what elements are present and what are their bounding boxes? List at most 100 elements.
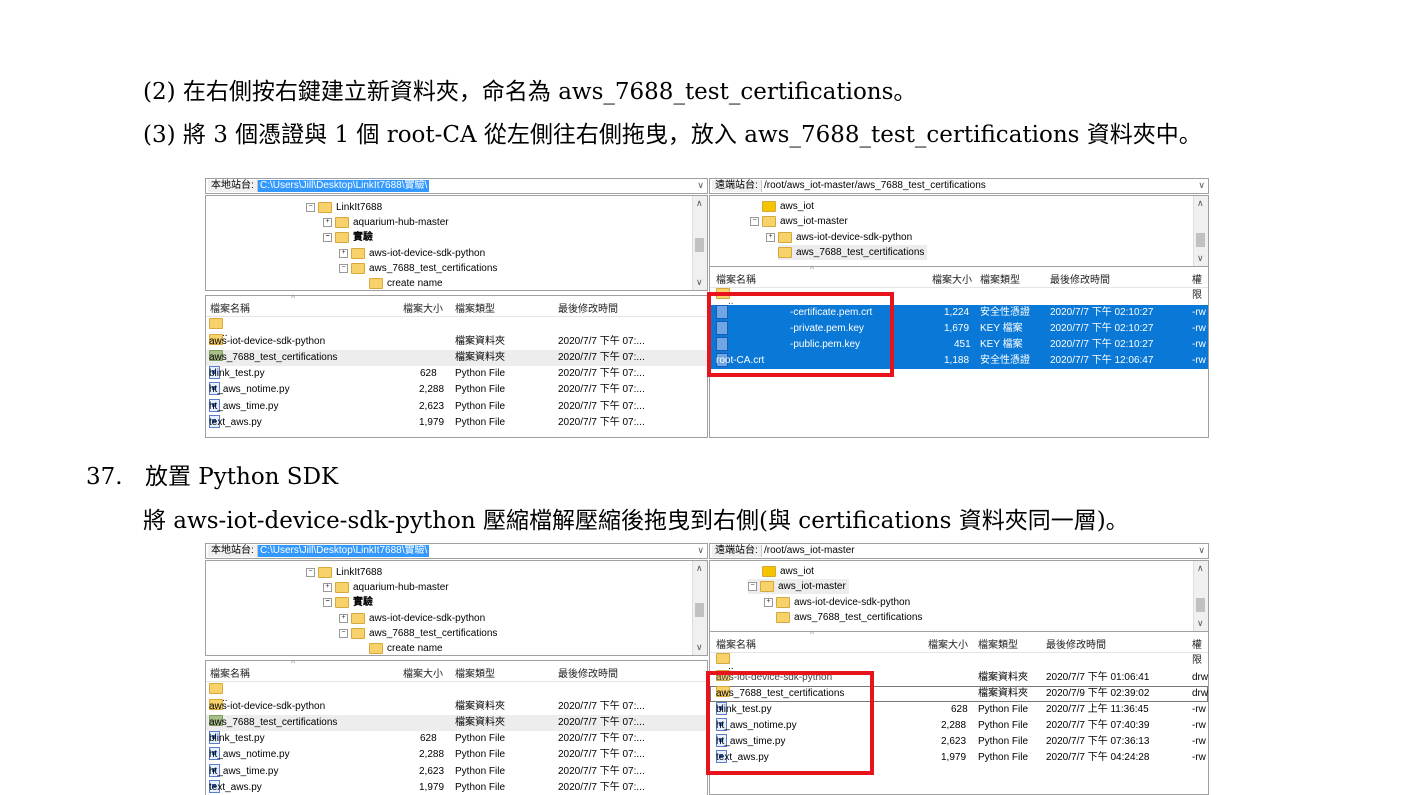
tree-node[interactable]: + aws-iot-device-sdk-python xyxy=(766,230,912,245)
col-size[interactable]: 檔案大小 xyxy=(403,665,443,680)
scroll-down-icon[interactable]: ∨ xyxy=(1197,618,1204,629)
local-path-bar[interactable]: 本地站台: C:\Users\Jill\Desktop\LinkIt7688\實… xyxy=(205,543,708,559)
table-row[interactable]: aws-iot-device-sdk-python 檔案資料夾 2020/7/7 下… xyxy=(206,699,707,715)
scroll-thumb[interactable] xyxy=(695,238,704,252)
col-type[interactable]: 檔案類型 xyxy=(455,300,495,315)
scroll-up-icon[interactable]: ∧ xyxy=(696,198,703,209)
table-row[interactable]: text_aws.py 1,979 Python File 2020/7/7 下午 0… xyxy=(206,415,707,431)
col-type[interactable]: 檔案類型 xyxy=(978,636,1018,651)
remote-path-bar[interactable]: 遠端站台: /root/aws_iot-master ∨ xyxy=(709,543,1209,559)
tree-node[interactable]: − aws_iot-master xyxy=(750,214,848,229)
tree-node[interactable]: + aws-iot-device-sdk-python xyxy=(339,246,485,261)
chevron-down-icon[interactable]: ∨ xyxy=(697,180,704,191)
local-path-value[interactable]: C:\Users\Jill\Desktop\LinkIt7688\實驗\ xyxy=(258,180,430,192)
table-row[interactable]: text_aws.py 1,979 Python File 2020/7/7 下午 0… xyxy=(206,780,707,795)
tree-node[interactable]: + aws-iot-device-sdk-python xyxy=(764,595,910,610)
expand-icon[interactable]: + xyxy=(339,248,348,258)
scroll-down-icon[interactable]: ∨ xyxy=(1197,253,1204,264)
col-size[interactable]: 檔案大小 xyxy=(403,300,443,315)
col-size[interactable]: 檔案大小 xyxy=(932,271,972,286)
remote-path-bar[interactable]: 遠端站台: /root/aws_iot-master/aws_7688_test… xyxy=(709,178,1209,194)
chevron-down-icon[interactable]: ∨ xyxy=(1198,545,1205,556)
tree-node[interactable]: + aws-iot-device-sdk-python xyxy=(339,611,485,626)
table-row[interactable]: ht_aws_notime.py 2,288 Python File 2020/7/7… xyxy=(206,382,707,398)
highlight-box xyxy=(706,671,874,775)
table-row[interactable]: aws-iot-device-sdk-python 檔案資料夾 2020/7/7 下… xyxy=(206,334,707,350)
remote-path-label: 遠端站台: xyxy=(712,180,762,192)
tree-node[interactable]: − 實驗 xyxy=(323,230,373,245)
col-modified[interactable]: 最後修改時間 xyxy=(1046,636,1106,651)
scroll-thumb[interactable] xyxy=(1196,233,1205,247)
tree-node[interactable]: − LinkIt7688 xyxy=(306,565,382,580)
local-path-bar[interactable]: 本地站台: C:\Users\Jill\Desktop\LinkIt7688\實… xyxy=(205,178,708,194)
col-name[interactable]: 檔案名稱 xyxy=(210,300,250,315)
tree-node[interactable]: create name xyxy=(369,276,443,291)
folder-icon xyxy=(335,231,349,243)
tree-node[interactable]: − LinkIt7688 xyxy=(306,200,382,215)
remote-path-value[interactable]: /root/aws_iot-master xyxy=(762,545,857,557)
collapse-icon[interactable]: − xyxy=(323,597,332,607)
sort-caret-icon: ^ xyxy=(810,629,815,639)
tree-scrollbar[interactable]: ∧ ∨ xyxy=(692,196,707,290)
collapse-icon[interactable]: − xyxy=(339,263,348,273)
tree-node[interactable]: − 實驗 xyxy=(323,595,373,610)
col-name[interactable]: 檔案名稱 xyxy=(716,636,756,651)
scroll-thumb[interactable] xyxy=(695,603,704,617)
collapse-icon[interactable]: − xyxy=(750,216,759,226)
tree-node[interactable]: aws_7688_test_certifications xyxy=(776,610,922,625)
chevron-down-icon[interactable]: ∨ xyxy=(1198,180,1205,191)
remote-path-value[interactable]: /root/aws_iot-master/aws_7688_test_certi… xyxy=(762,180,988,192)
scroll-down-icon[interactable]: ∨ xyxy=(696,277,703,288)
tree-node[interactable]: + aquarium-hub-master xyxy=(323,580,449,595)
scroll-thumb[interactable] xyxy=(1196,598,1205,612)
collapse-icon[interactable]: − xyxy=(323,232,332,242)
table-row[interactable]: aws_7688_test_certifications 檔案資料夾 2020/7/… xyxy=(206,715,707,731)
table-row[interactable]: aws_7688_test_certifications 檔案資料夾 2020/7/… xyxy=(206,350,707,366)
tree-node[interactable]: + aquarium-hub-master xyxy=(323,215,449,230)
col-name[interactable]: 檔案名稱 xyxy=(210,665,250,680)
collapse-icon[interactable]: − xyxy=(339,628,348,638)
table-row[interactable]: ht_aws_notime.py 2,288 Python File 2020/7/7… xyxy=(206,747,707,763)
expand-icon[interactable]: + xyxy=(766,232,775,242)
col-size[interactable]: 檔案大小 xyxy=(928,636,968,651)
scroll-down-icon[interactable]: ∨ xyxy=(696,642,703,653)
table-row[interactable]: blink_test.py 628 Python File 2020/7/7 下午 0… xyxy=(206,366,707,382)
expand-icon[interactable]: + xyxy=(323,217,332,227)
local-path-value[interactable]: C:\Users\Jill\Desktop\LinkIt7688\實驗\ xyxy=(258,545,430,557)
tree-node[interactable]: create name xyxy=(369,641,443,656)
tree-node[interactable]: − aws_7688_test_certifications xyxy=(339,261,497,276)
tree-node[interactable]: aws_7688_test_certifications xyxy=(778,245,928,260)
collapse-icon[interactable]: − xyxy=(306,202,315,212)
tree-node[interactable]: − aws_7688_test_certifications xyxy=(339,626,497,641)
scroll-up-icon[interactable]: ∧ xyxy=(1197,563,1204,574)
col-modified[interactable]: 最後修改時間 xyxy=(1050,271,1110,286)
expand-icon[interactable]: + xyxy=(323,582,332,592)
shot1-local-pane: 本地站台: C:\Users\Jill\Desktop\LinkIt7688\實… xyxy=(205,178,708,438)
scroll-up-icon[interactable]: ∧ xyxy=(1197,198,1204,209)
tree-node[interactable]: − aws_iot-master xyxy=(748,579,849,594)
scroll-up-icon[interactable]: ∧ xyxy=(696,563,703,574)
col-modified[interactable]: 最後修改時間 xyxy=(558,300,618,315)
local-file-list: 檔案名稱 ^ 檔案大小 檔案類型 最後修改時間 .. aws-iot-devic… xyxy=(205,293,708,438)
tree-scrollbar[interactable]: ∧ ∨ xyxy=(1193,561,1208,631)
expand-icon[interactable]: + xyxy=(764,597,773,607)
col-modified[interactable]: 最後修改時間 xyxy=(558,665,618,680)
col-name[interactable]: 檔案名稱 xyxy=(716,271,756,286)
local-path-label: 本地站台: xyxy=(208,180,258,192)
table-row[interactable]: blink_test.py 628 Python File 2020/7/7 下午 0… xyxy=(206,731,707,747)
collapse-icon[interactable]: − xyxy=(748,581,757,591)
question-folder-icon xyxy=(762,200,776,212)
expand-icon[interactable]: + xyxy=(339,613,348,623)
folder-icon xyxy=(778,231,792,243)
tree-node[interactable]: aws_iot xyxy=(762,199,814,214)
col-type[interactable]: 檔案類型 xyxy=(455,665,495,680)
col-type[interactable]: 檔案類型 xyxy=(980,271,1020,286)
collapse-icon[interactable]: − xyxy=(306,567,315,577)
tree-scrollbar[interactable]: ∧ ∨ xyxy=(692,561,707,655)
tree-scrollbar[interactable]: ∧ ∨ xyxy=(1193,196,1208,266)
table-row[interactable]: ht_aws_time.py 2,623 Python File 2020/7/7 下… xyxy=(206,399,707,415)
local-directory-tree: − LinkIt7688 + aquarium-hub-master − 實驗 + aw… xyxy=(205,560,708,656)
table-row[interactable]: ht_aws_time.py 2,623 Python File 2020/7/7 下… xyxy=(206,764,707,780)
tree-node[interactable]: aws_iot xyxy=(762,564,814,579)
chevron-down-icon[interactable]: ∨ xyxy=(697,545,704,556)
